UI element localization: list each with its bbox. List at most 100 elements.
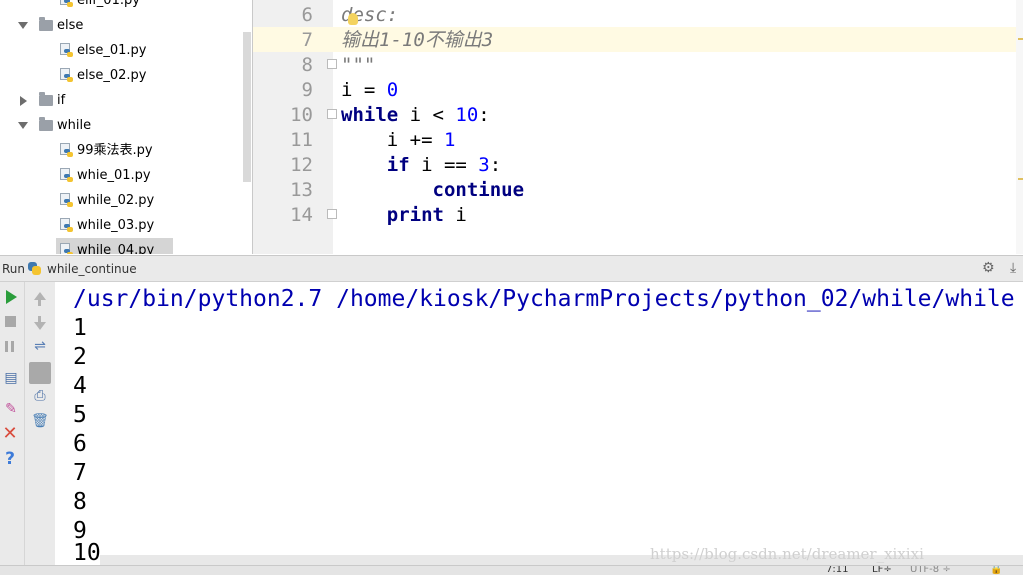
- tree-file-99[interactable]: 99乘法表.py: [0, 138, 252, 163]
- code-line-10: while i < 10:: [341, 103, 490, 128]
- line-number: 7: [301, 29, 313, 51]
- line-number: 12: [290, 154, 313, 176]
- scroll-to-end-button[interactable]: [29, 362, 51, 384]
- lightbulb-icon[interactable]: [348, 13, 358, 25]
- help-icon[interactable]: ?: [0, 449, 20, 469]
- code-number: 10: [455, 104, 479, 126]
- tree-file-else-01[interactable]: else_01.py: [0, 38, 252, 63]
- tree-item-label: whie_01.py: [77, 168, 151, 183]
- trash-icon[interactable]: 🗑: [30, 411, 50, 431]
- console-line: 10: [73, 540, 101, 566]
- stripe-mark[interactable]: [1018, 38, 1023, 40]
- arrow-down-icon[interactable]: [34, 322, 46, 330]
- stripe-mark[interactable]: [1018, 178, 1023, 180]
- code-number: 3: [478, 154, 490, 176]
- code-line-12: if i == 3:: [341, 153, 501, 178]
- tree-folder-if[interactable]: if: [0, 88, 252, 113]
- code-keyword: continue: [432, 179, 525, 201]
- python-run-config-icon: [28, 262, 41, 275]
- fold-marker[interactable]: [327, 109, 337, 119]
- folder-icon: [39, 17, 53, 31]
- gear-icon[interactable]: ⚙: [982, 260, 995, 276]
- stop-icon[interactable]: [5, 316, 16, 327]
- line-number: 13: [290, 179, 313, 201]
- code-token: i +=: [341, 129, 444, 151]
- tree-file-elif-01[interactable]: elif_01.py: [0, 0, 252, 13]
- line-separator[interactable]: LF÷: [872, 566, 892, 575]
- line-number: 10: [290, 104, 313, 126]
- tree-scrollbar[interactable]: [243, 32, 251, 182]
- code-line-8: """: [341, 54, 376, 76]
- pin-tab-icon[interactable]: ✎: [1, 399, 21, 419]
- tree-item-label: else_02.py: [77, 68, 147, 83]
- play-icon[interactable]: [6, 290, 17, 304]
- run-config-name[interactable]: while_continue: [47, 262, 137, 276]
- layout-icon[interactable]: ▤: [1, 368, 21, 388]
- console-line: 2: [73, 344, 87, 370]
- pause-icon[interactable]: [5, 341, 8, 352]
- tree-file-while-02[interactable]: while_02.py: [0, 188, 252, 213]
- code-line-13: continue: [341, 178, 525, 203]
- run-toolbar-secondary: ⇌ ⎙ 🗑: [25, 282, 55, 565]
- python-file-icon: [60, 168, 73, 183]
- code-number: 1: [443, 129, 456, 151]
- run-tab-label[interactable]: Run: [2, 262, 25, 276]
- chevron-down-icon[interactable]: [18, 22, 28, 29]
- python-file-icon: [60, 143, 73, 158]
- code-line-9: i = 0: [341, 78, 398, 103]
- fold-marker[interactable]: [327, 59, 337, 69]
- pause-icon[interactable]: [11, 341, 14, 352]
- tree-item-label: elif_01.py: [77, 0, 140, 8]
- tree-item-label: while: [57, 118, 92, 133]
- line-number: 11: [290, 129, 313, 151]
- file-encoding[interactable]: UTF-8 ÷: [910, 566, 951, 575]
- run-tool-window-header: Run while_continue ⚙ ⤓: [0, 255, 1023, 282]
- tree-file-else-02[interactable]: else_02.py: [0, 63, 252, 88]
- console-line: 8: [73, 489, 87, 515]
- lock-icon[interactable]: 🔒: [990, 566, 1002, 575]
- tree-folder-else[interactable]: else: [0, 13, 252, 38]
- python-file-icon: [60, 243, 73, 254]
- console-output[interactable]: [55, 282, 1023, 555]
- code-token: i: [443, 204, 467, 226]
- tree-item-label: while_04.py: [77, 243, 155, 254]
- chevron-right-icon[interactable]: [20, 96, 27, 106]
- tree-item-label: while_02.py: [77, 193, 155, 208]
- python-file-icon: [60, 193, 73, 208]
- console-command: /usr/bin/python2.7 /home/kiosk/PycharmPr…: [73, 286, 1015, 312]
- status-bar: 7:11 LF÷ UTF-8 ÷ 🔒: [0, 565, 1023, 575]
- code-keyword: while: [341, 104, 399, 126]
- chevron-down-icon[interactable]: [18, 122, 28, 129]
- python-file-icon: [60, 43, 73, 58]
- code-token: i ==: [409, 154, 479, 176]
- python-file-icon: [60, 218, 73, 233]
- code-token: i =: [341, 79, 387, 101]
- fold-marker[interactable]: [327, 209, 337, 219]
- tree-file-whie-01[interactable]: whie_01.py: [0, 163, 252, 188]
- code-keyword: print: [386, 204, 444, 226]
- code-token: :: [489, 154, 502, 176]
- line-number: 8: [301, 54, 313, 76]
- tree-file-while-04[interactable]: while_04.py: [56, 238, 173, 254]
- tree-file-while-03[interactable]: while_03.py: [0, 213, 252, 238]
- wrap-text-icon[interactable]: ⇌: [30, 336, 50, 356]
- line-number: 14: [290, 204, 313, 226]
- print-icon[interactable]: ⎙: [30, 386, 50, 406]
- caret-position[interactable]: 7:11: [826, 566, 848, 575]
- hide-panel-icon[interactable]: ⤓: [1010, 260, 1016, 276]
- console-line: 4: [73, 373, 87, 399]
- code-line-14: print i: [341, 203, 467, 228]
- tree-folder-while[interactable]: while: [0, 113, 252, 138]
- arrow-up-stem: [38, 300, 41, 306]
- tree-item-label: while_03.py: [77, 218, 155, 233]
- code-token: :: [478, 104, 490, 126]
- tree-item-label: else: [57, 18, 84, 33]
- close-icon[interactable]: ✕: [0, 424, 20, 444]
- arrow-up-icon[interactable]: [34, 292, 46, 300]
- watermark: https://blog.csdn.net/dreamer_xixixi: [650, 545, 924, 563]
- run-toolbar-primary: ▤ ✎ ✕ ?: [0, 282, 25, 565]
- tree-item-label: if: [57, 93, 66, 108]
